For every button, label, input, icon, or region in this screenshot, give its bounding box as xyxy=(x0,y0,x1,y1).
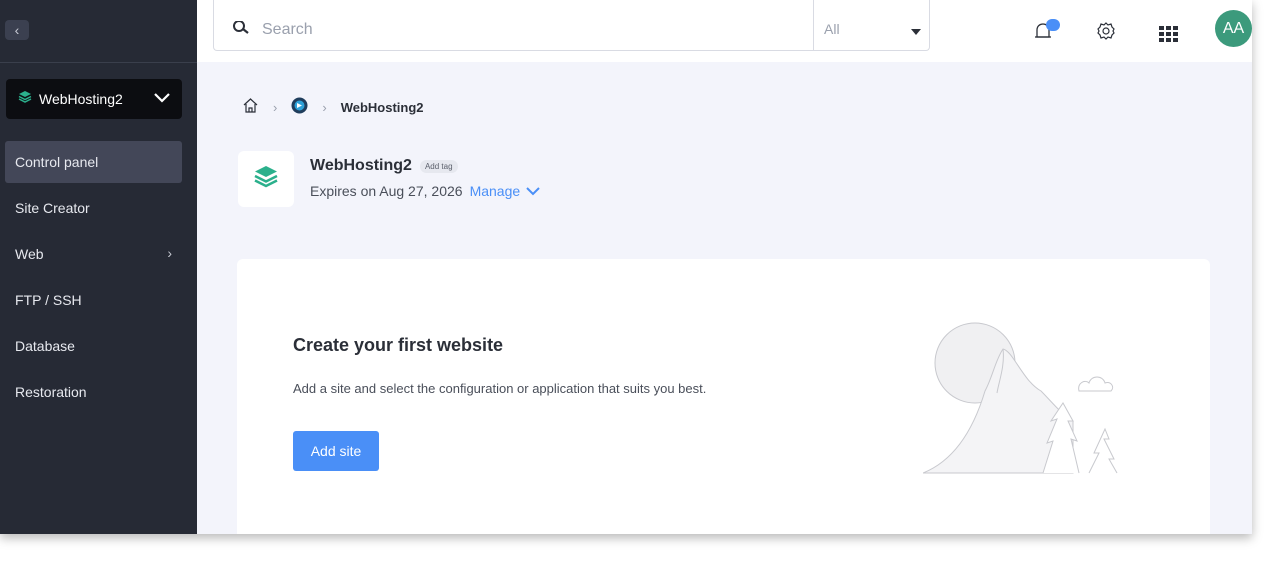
top-bar: All xyxy=(197,0,1252,62)
apps-button[interactable] xyxy=(1159,26,1179,47)
search-input[interactable] xyxy=(262,15,802,45)
sidebar-item-ftp-ssh[interactable]: FTP / SSH xyxy=(5,279,182,321)
app-window: ‹ WebHosting2 Control panel Site Creator xyxy=(0,0,1252,534)
empty-state-title: Create your first website xyxy=(293,335,504,355)
manage-dropdown[interactable]: Manage xyxy=(470,183,541,199)
home-icon[interactable] xyxy=(242,97,259,117)
sidebar-item-label: FTP / SSH xyxy=(15,292,82,308)
sidebar-item-label: Restoration xyxy=(15,384,87,400)
sidebar-item-label: Database xyxy=(15,338,75,354)
avatar-initials: AA xyxy=(1222,19,1245,37)
sidebar-item-label: Web xyxy=(15,246,44,262)
notifications-button[interactable] xyxy=(1033,19,1060,47)
breadcrumb: › › WebHosting2 xyxy=(242,97,424,117)
search-scope-value: All xyxy=(824,21,840,37)
product-header: WebHosting2 Add tag xyxy=(310,157,458,175)
caret-down-icon xyxy=(911,29,921,35)
search-icon xyxy=(232,20,250,40)
sidebar-item-web[interactable]: Web › xyxy=(5,233,182,275)
empty-state-card: Create your first website Add a site and… xyxy=(237,259,1210,534)
breadcrumb-current: WebHosting2 xyxy=(340,99,424,115)
settings-button[interactable] xyxy=(1095,20,1117,47)
breadcrumb-separator: › xyxy=(273,99,278,115)
search-box: All xyxy=(213,0,930,51)
chevron-left-icon: ‹ xyxy=(14,22,20,38)
sidebar-item-label: Control panel xyxy=(15,154,99,170)
collapse-sidebar-button[interactable]: ‹ xyxy=(5,20,29,40)
product-selector[interactable]: WebHosting2 xyxy=(6,79,182,119)
search-scope-select[interactable]: All xyxy=(813,0,931,50)
manage-label: Manage xyxy=(469,183,521,199)
chevron-down-icon xyxy=(526,186,540,195)
sidebar-item-site-creator[interactable]: Site Creator xyxy=(5,187,182,229)
mountain-illustration xyxy=(923,322,1118,474)
add-tag-button[interactable]: Add tag xyxy=(419,159,458,173)
bell-icon xyxy=(1033,23,1055,46)
sidebar: ‹ WebHosting2 Control panel Site Creator xyxy=(0,0,197,534)
grid-icon xyxy=(1159,26,1179,46)
sidebar-divider xyxy=(0,62,197,63)
sidebar-item-database[interactable]: Database xyxy=(5,325,182,367)
product-icon xyxy=(238,151,294,207)
gear-icon xyxy=(1095,22,1117,46)
chevron-down-icon xyxy=(154,90,170,108)
expiry-date: Expires on Aug 27, 2026 xyxy=(310,183,463,199)
sidebar-item-restoration[interactable]: Restoration xyxy=(5,371,182,413)
product-subheader: Expires on Aug 27, 2026 Manage xyxy=(310,183,540,199)
chevron-right-icon: › xyxy=(167,245,172,261)
notification-badge xyxy=(1046,19,1060,31)
product-title: WebHosting2 xyxy=(310,157,412,174)
add-site-button[interactable]: Add site xyxy=(293,431,379,471)
empty-state-description: Add a site and select the configuration … xyxy=(293,381,707,396)
sidebar-item-control-panel[interactable]: Control panel xyxy=(5,141,182,183)
breadcrumb-separator: › xyxy=(322,99,327,115)
sidebar-nav: Control panel Site Creator Web › FTP / S… xyxy=(0,141,197,417)
sidebar-item-label: Site Creator xyxy=(15,200,90,216)
avatar[interactable]: AA xyxy=(1215,10,1252,47)
globe-icon[interactable] xyxy=(291,97,308,117)
layers-icon xyxy=(253,164,279,195)
product-selector-label: WebHosting2 xyxy=(39,91,123,107)
layers-icon xyxy=(18,90,32,109)
